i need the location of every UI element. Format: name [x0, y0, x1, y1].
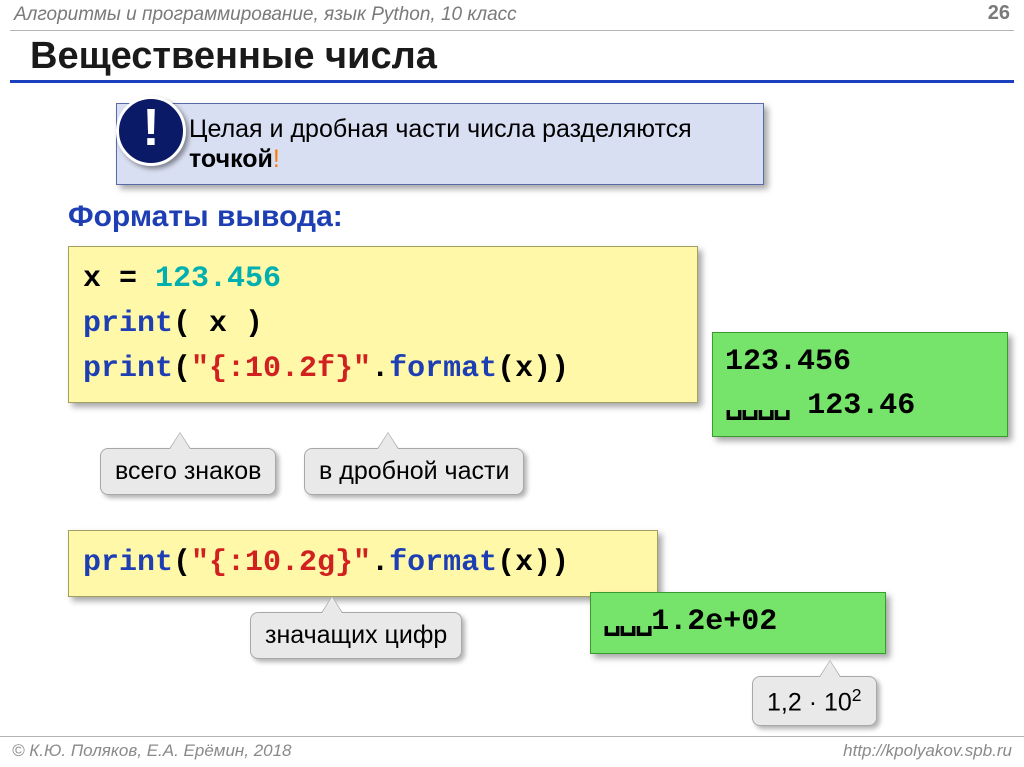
note-box: Целая и дробная части числа разделяются …	[116, 103, 764, 185]
sci-exp: 2	[852, 685, 862, 705]
note-exclaim: !	[273, 145, 280, 173]
output-block-1: 123.456 ␣␣␣␣ 123.46	[712, 332, 1008, 437]
output-line: 123.456	[725, 341, 995, 385]
callout-tail	[378, 433, 398, 449]
callout-significant: значащих цифр	[250, 612, 462, 659]
callout-precision: в дробной части	[304, 448, 524, 495]
subhead-text: Форматы вывода	[68, 200, 333, 233]
code-text: (x))	[497, 352, 569, 386]
output-line: ␣␣␣␣ 123.46	[725, 385, 995, 429]
sci-base: 1,2 · 10	[767, 688, 852, 716]
footer-url: http://kpolyakov.spb.ru	[843, 741, 1012, 761]
callout-width: всего знаков	[100, 448, 276, 495]
copyright: © К.Ю. Поляков, Е.А. Ерёмин, 2018	[12, 741, 292, 761]
callout-tail	[322, 597, 342, 613]
divider-top	[10, 30, 1014, 31]
slide-header: Алгоритмы и программирование, язык Pytho…	[0, 0, 1024, 28]
code-string: "{:10.2f}"	[191, 352, 371, 386]
code-literal: 123.456	[155, 262, 281, 296]
section-subhead: Форматы вывода:	[68, 200, 343, 234]
code-text: .	[371, 352, 389, 386]
code-block-2: print("{:10.2g}".format(x))	[68, 530, 658, 597]
course-title: Алгоритмы и программирование, язык Pytho…	[14, 4, 517, 25]
slide-title: Вещественные числа	[30, 35, 1024, 78]
output-value: 1.2e+02	[651, 605, 777, 639]
divider-title	[10, 80, 1014, 83]
attention-icon: !	[116, 96, 186, 166]
code-text: (	[173, 352, 191, 386]
code-text: (x))	[497, 546, 569, 580]
output-value: 123.46	[789, 389, 915, 423]
note-text: Целая и дробная части числа разделяются	[189, 115, 692, 143]
callout-tail	[820, 661, 840, 677]
code-text: .	[371, 546, 389, 580]
code-string: "{:10.2g}"	[191, 546, 371, 580]
callout-tail	[170, 433, 190, 449]
callout-scientific: 1,2 · 102	[752, 676, 877, 726]
note-strong: точкой	[189, 145, 273, 173]
code-text: x =	[83, 262, 155, 296]
code-text: ( x )	[173, 307, 263, 341]
code-block-1: x = 123.456 print( x ) print("{:10.2f}".…	[68, 246, 698, 403]
subhead-colon: :	[333, 200, 343, 233]
slide-footer: © К.Ю. Поляков, Е.А. Ерёмин, 2018 http:/…	[0, 736, 1024, 767]
output-block-2: ␣␣␣1.2e+02	[590, 592, 886, 654]
code-keyword: print	[83, 546, 173, 580]
code-keyword: format	[389, 352, 497, 386]
space-markers: ␣␣␣␣	[725, 389, 789, 423]
code-keyword: print	[83, 307, 173, 341]
code-keyword: print	[83, 352, 173, 386]
code-keyword: format	[389, 546, 497, 580]
page-number: 26	[988, 2, 1010, 25]
code-text: (	[173, 546, 191, 580]
space-markers: ␣␣␣	[603, 605, 651, 639]
